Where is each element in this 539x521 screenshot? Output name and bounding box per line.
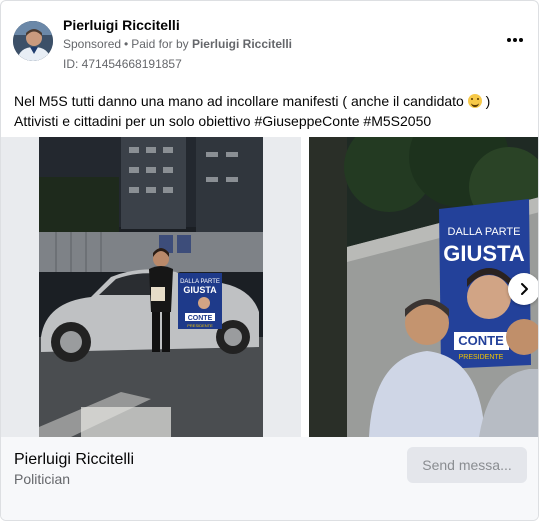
- post-text-line-1: Nel M5S tutti danno una mano ad incollar…: [14, 91, 529, 111]
- more-horizontal-icon: [506, 38, 524, 42]
- footer-title[interactable]: Pierluigi Riccitelli: [14, 451, 134, 469]
- post-meta: Pierluigi Riccitelli Sponsored • Paid for …: [63, 16, 292, 72]
- footer-subtitle: Politician: [14, 471, 71, 487]
- post-header: Pierluigi Riccitelli Sponsored • Paid for …: [13, 16, 528, 72]
- carousel-next-button[interactable]: [508, 273, 538, 305]
- avatar[interactable]: [13, 21, 53, 61]
- slide2-poster-name: CONTE: [458, 333, 504, 348]
- chevron-right-icon: [521, 283, 528, 295]
- paid-for-name: Pierluigi Riccitelli: [191, 37, 292, 51]
- post-text-line-1-main: Nel M5S tutti danno una mano ad incollar…: [14, 93, 464, 109]
- slide1-poster-name: CONTE: [188, 315, 213, 322]
- slide2-poster-sub: PRESIDENTE: [459, 354, 504, 361]
- send-message-button[interactable]: Send messa...: [407, 447, 527, 483]
- slide2-poster-main: GIUSTA: [443, 241, 525, 266]
- media-carousel: DALLA PARTE GIUSTA CONTE PRESIDENTE DALL…: [1, 137, 538, 437]
- separator: •: [124, 37, 129, 51]
- ad-id: ID: 471454668191857: [63, 57, 182, 71]
- post-text-line-2: Attivisti e cittadini per un solo obiett…: [14, 113, 432, 129]
- post-text: Nel M5S tutti danno una mano ad incollar…: [14, 91, 529, 131]
- slide1-poster-sub: PRESIDENTE: [187, 323, 213, 328]
- carousel-slide-2[interactable]: DALLA PARTE GIUSTA CONTE PRESIDENTE: [309, 137, 538, 437]
- post-text-line-1-end: ): [485, 93, 491, 109]
- carousel-slide-1[interactable]: DALLA PARTE GIUSTA CONTE PRESIDENTE: [1, 137, 301, 437]
- smiling-face-emoji-icon: [467, 94, 482, 108]
- slide1-poster-main: GIUSTA: [183, 285, 217, 295]
- paid-for-prefix: Paid for by: [131, 37, 189, 51]
- ad-card: Pierluigi Riccitelli Sponsored • Paid for …: [0, 0, 539, 521]
- page-name[interactable]: Pierluigi Riccitelli: [63, 16, 292, 34]
- sponsored-label[interactable]: Sponsored: [63, 37, 121, 51]
- more-options-button[interactable]: [502, 27, 528, 53]
- ad-footer: Pierluigi Riccitelli Politician Send mes…: [1, 437, 538, 520]
- slide2-poster-top: DALLA PARTE: [448, 226, 521, 238]
- sponsored-line: Sponsored • Paid for by Pierluigi Riccitel…: [63, 36, 292, 52]
